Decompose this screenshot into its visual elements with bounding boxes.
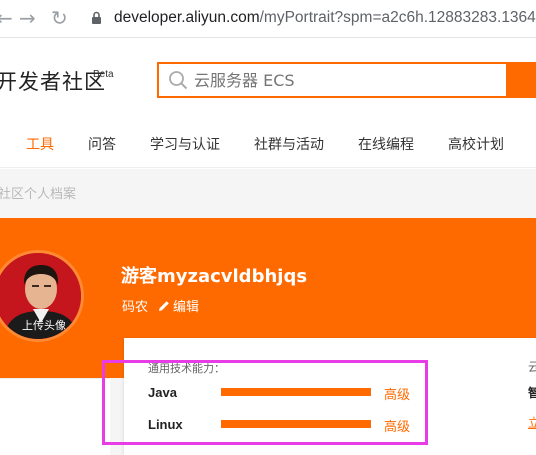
main-nav: 工具 问答 学习与认证 社群与活动 在线编程 高校计划 bbox=[0, 120, 536, 168]
pencil-icon bbox=[159, 301, 169, 311]
side-label: 智 bbox=[528, 386, 536, 400]
search-button[interactable] bbox=[506, 62, 536, 98]
reload-icon[interactable]: ↻ bbox=[51, 6, 68, 30]
forward-icon[interactable]: → bbox=[19, 6, 36, 30]
left-card bbox=[0, 378, 110, 455]
edit-profile-link[interactable]: 编辑 bbox=[158, 296, 199, 315]
nav-item-coding[interactable]: 在线编程 bbox=[358, 134, 414, 154]
site-title[interactable]: 开发者社区 bbox=[0, 66, 106, 96]
nav-item-community[interactable]: 社群与活动 bbox=[254, 134, 324, 154]
breadcrumb[interactable]: 社区个人档案 bbox=[0, 183, 76, 202]
upload-avatar-label[interactable]: 上传头像 bbox=[0, 317, 81, 333]
site-header: 开发者社区 Beta bbox=[0, 38, 536, 120]
nav-item-learning[interactable]: 学习与认证 bbox=[150, 134, 220, 154]
address-bar[interactable]: developer.aliyun.com/myPortrait?spm=a2c6… bbox=[114, 9, 536, 27]
breadcrumb-bar: 社区个人档案 bbox=[0, 169, 536, 218]
back-icon[interactable]: ← bbox=[0, 6, 13, 30]
url-host: developer.aliyun.com bbox=[114, 9, 260, 26]
highlight-annotation bbox=[102, 360, 428, 445]
search-input[interactable] bbox=[194, 64, 494, 96]
browser-toolbar: ← → ↻ developer.aliyun.com/myPortrait?sp… bbox=[0, 0, 536, 38]
search-icon bbox=[169, 71, 188, 90]
avatar[interactable]: 上传头像 bbox=[0, 250, 84, 342]
username: 游客myzacvldbhjqs bbox=[121, 266, 308, 287]
nav-item-qa[interactable]: 问答 bbox=[88, 134, 116, 154]
nav-item-tools[interactable]: 工具 bbox=[26, 134, 54, 154]
nav-item-university[interactable]: 高校计划 bbox=[448, 134, 504, 154]
beta-badge: Beta bbox=[93, 69, 114, 80]
lock-icon bbox=[92, 11, 101, 24]
user-role: 码农 bbox=[122, 300, 149, 315]
side-link[interactable]: 立 bbox=[528, 414, 536, 431]
side-heading: 云 bbox=[528, 360, 536, 374]
search-box[interactable] bbox=[157, 62, 508, 98]
url-path: /myPortrait?spm=a2c6h.12883283.136456 bbox=[259, 9, 536, 26]
edit-label: 编辑 bbox=[173, 300, 200, 315]
